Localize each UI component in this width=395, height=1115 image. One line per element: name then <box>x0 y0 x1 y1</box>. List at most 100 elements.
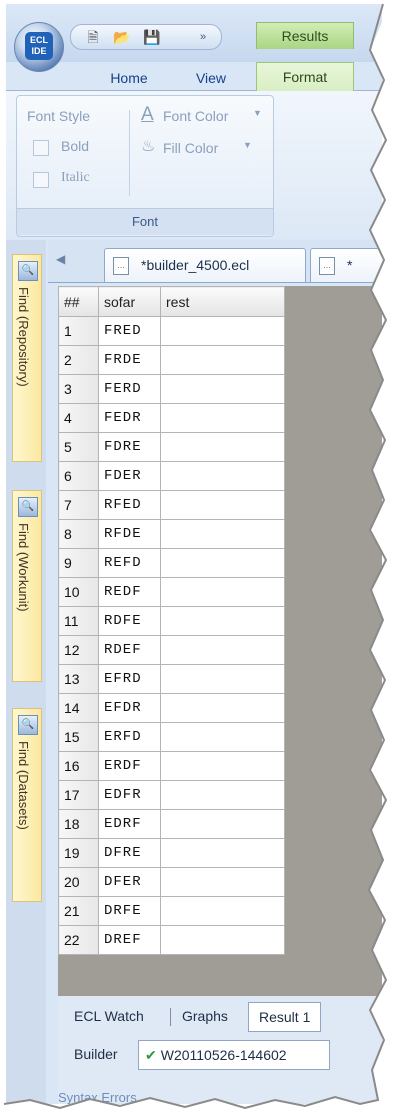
fill-color-dropdown-icon[interactable]: ▼ <box>243 140 252 150</box>
tab-format[interactable]: Format <box>256 62 354 91</box>
sofar-cell[interactable]: FEDR <box>98 403 161 433</box>
row-number-cell[interactable]: 9 <box>58 548 99 578</box>
sofar-cell[interactable]: EDRF <box>98 809 161 839</box>
sofar-cell[interactable]: RFDE <box>98 519 161 549</box>
row-number-cell[interactable]: 7 <box>58 490 99 520</box>
rest-cell[interactable] <box>160 403 285 433</box>
table-row[interactable]: 15 ERFD <box>58 722 285 752</box>
customize-toolbar-icon[interactable]: » <box>195 29 211 45</box>
row-number-cell[interactable]: 1 <box>58 316 99 346</box>
rest-cell[interactable] <box>160 867 285 897</box>
table-row[interactable]: 9 REFD <box>58 548 285 578</box>
rest-cell[interactable] <box>160 925 285 955</box>
sofar-cell[interactable]: FRDE <box>98 345 161 375</box>
row-number-cell[interactable]: 15 <box>58 722 99 752</box>
sofar-cell[interactable]: EFRD <box>98 664 161 694</box>
rest-cell[interactable] <box>160 461 285 491</box>
font-style-button[interactable]: Font Style <box>27 108 90 124</box>
table-row[interactable]: 1 FRED <box>58 316 285 346</box>
rest-cell[interactable] <box>160 490 285 520</box>
sofar-cell[interactable]: ERDF <box>98 751 161 781</box>
fill-color-button[interactable]: Fill Color <box>163 140 218 156</box>
font-color-dropdown-icon[interactable]: ▼ <box>253 108 262 118</box>
row-number-cell[interactable]: 14 <box>58 693 99 723</box>
row-number-cell[interactable]: 19 <box>58 838 99 868</box>
table-row[interactable]: 5 FDRE <box>58 432 285 462</box>
row-number-cell[interactable]: 3 <box>58 374 99 404</box>
row-number-cell[interactable]: 10 <box>58 577 99 607</box>
table-row[interactable]: 6 FDER <box>58 461 285 491</box>
tab-scroll-left-icon[interactable]: ◀ <box>56 252 65 266</box>
open-folder-icon[interactable]: 📂 <box>113 29 130 45</box>
row-number-cell[interactable]: 21 <box>58 896 99 926</box>
table-row[interactable]: 11 RDFE <box>58 606 285 636</box>
sofar-cell[interactable]: FDRE <box>98 432 161 462</box>
tab-ecl-watch[interactable]: ECL Watch <box>74 1002 144 1030</box>
row-number-cell[interactable]: 8 <box>58 519 99 549</box>
row-number-cell[interactable]: 17 <box>58 780 99 810</box>
row-number-cell[interactable]: 4 <box>58 403 99 433</box>
sofar-cell[interactable]: FERD <box>98 374 161 404</box>
rest-cell[interactable] <box>160 519 285 549</box>
tab-result-1[interactable]: Result 1 <box>248 1002 322 1032</box>
sofar-cell[interactable]: DRFE <box>98 896 161 926</box>
table-row[interactable]: 13 EFRD <box>58 664 285 694</box>
rest-cell[interactable] <box>160 664 285 694</box>
column-header-row-number[interactable]: ## <box>58 286 99 317</box>
sofar-cell[interactable]: FDER <box>98 461 161 491</box>
new-file-icon[interactable]: 🗎 <box>85 29 101 45</box>
tab-home[interactable]: Home <box>94 66 164 90</box>
rest-cell[interactable] <box>160 722 285 752</box>
sofar-cell[interactable]: DREF <box>98 925 161 955</box>
row-number-cell[interactable]: 6 <box>58 461 99 491</box>
syntax-errors-tab[interactable]: Syntax Errors <box>58 1090 137 1104</box>
sofar-cell[interactable]: RDEF <box>98 635 161 665</box>
sofar-cell[interactable]: ERFD <box>98 722 161 752</box>
sofar-cell[interactable]: FRED <box>98 316 161 346</box>
workunit-id-field[interactable]: ✔ W20110526-144602 <box>138 1040 330 1070</box>
rest-cell[interactable] <box>160 606 285 636</box>
bold-checkbox[interactable] <box>33 140 49 156</box>
table-row[interactable]: 7 RFED <box>58 490 285 520</box>
row-number-cell[interactable]: 2 <box>58 345 99 375</box>
sofar-cell[interactable]: DFER <box>98 867 161 897</box>
rest-cell[interactable] <box>160 751 285 781</box>
row-number-cell[interactable]: 16 <box>58 751 99 781</box>
sofar-cell[interactable]: EFDR <box>98 693 161 723</box>
row-number-cell[interactable]: 20 <box>58 867 99 897</box>
rest-cell[interactable] <box>160 345 285 375</box>
table-row[interactable]: 16 ERDF <box>58 751 285 781</box>
rest-cell[interactable] <box>160 316 285 346</box>
table-row[interactable]: 8 RFDE <box>58 519 285 549</box>
table-row[interactable]: 18 EDRF <box>58 809 285 839</box>
row-number-cell[interactable]: 11 <box>58 606 99 636</box>
row-number-cell[interactable]: 18 <box>58 809 99 839</box>
table-row[interactable]: 2 FRDE <box>58 345 285 375</box>
row-number-cell[interactable]: 5 <box>58 432 99 462</box>
font-color-button[interactable]: Font Color <box>163 108 228 124</box>
rest-cell[interactable] <box>160 896 285 926</box>
table-row[interactable]: 14 EFDR <box>58 693 285 723</box>
table-row[interactable]: 19 DFRE <box>58 838 285 868</box>
italic-checkbox[interactable] <box>33 172 49 188</box>
table-row[interactable]: 20 DFER <box>58 867 285 897</box>
sofar-cell[interactable]: RDFE <box>98 606 161 636</box>
dock-tab-find-repository[interactable]: 🔍 Find (Repository) <box>12 254 42 462</box>
rest-cell[interactable] <box>160 809 285 839</box>
rest-cell[interactable] <box>160 693 285 723</box>
table-row[interactable]: 4 FEDR <box>58 403 285 433</box>
rest-cell[interactable] <box>160 548 285 578</box>
rest-cell[interactable] <box>160 577 285 607</box>
row-number-cell[interactable]: 13 <box>58 664 99 694</box>
sofar-cell[interactable]: DFRE <box>98 838 161 868</box>
table-row[interactable]: 10 REDF <box>58 577 285 607</box>
sofar-cell[interactable]: REFD <box>98 548 161 578</box>
row-number-cell[interactable]: 22 <box>58 925 99 955</box>
table-row[interactable]: 12 RDEF <box>58 635 285 665</box>
document-tab-second[interactable]: … * <box>310 248 382 282</box>
table-row[interactable]: 21 DRFE <box>58 896 285 926</box>
sofar-cell[interactable]: REDF <box>98 577 161 607</box>
rest-cell[interactable] <box>160 838 285 868</box>
rest-cell[interactable] <box>160 635 285 665</box>
sofar-cell[interactable]: EDFR <box>98 780 161 810</box>
